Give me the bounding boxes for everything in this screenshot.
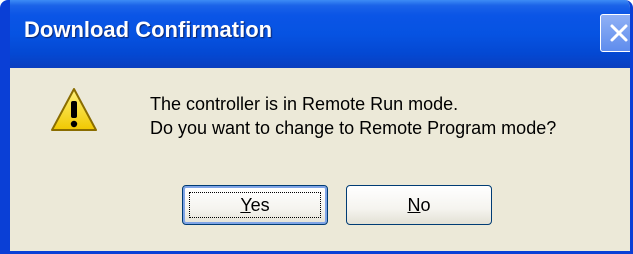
dialog-title: Download Confirmation xyxy=(24,17,273,42)
no-mnemonic: N xyxy=(407,195,421,215)
no-button[interactable]: No xyxy=(346,185,492,225)
yes-button[interactable]: Yes xyxy=(182,185,328,225)
close-icon xyxy=(610,24,628,42)
message-line-1: The controller is in Remote Run mode. xyxy=(150,94,459,114)
yes-button-label: Yes xyxy=(240,195,269,215)
title-bar[interactable]: Download Confirmation xyxy=(10,0,630,68)
dialog-window: Download Confirmation The controller is … xyxy=(0,0,633,254)
close-button[interactable] xyxy=(600,14,630,52)
warning-icon xyxy=(51,88,97,131)
yes-mnemonic: Y xyxy=(240,195,251,215)
message-line-2: Do you want to change to Remote Program … xyxy=(150,118,557,138)
dialog-message: The controller is in Remote Run mode. Do… xyxy=(150,92,556,140)
no-button-label: No xyxy=(407,195,430,215)
yes-label-rest: es xyxy=(250,195,270,215)
no-label-rest: o xyxy=(420,195,431,215)
